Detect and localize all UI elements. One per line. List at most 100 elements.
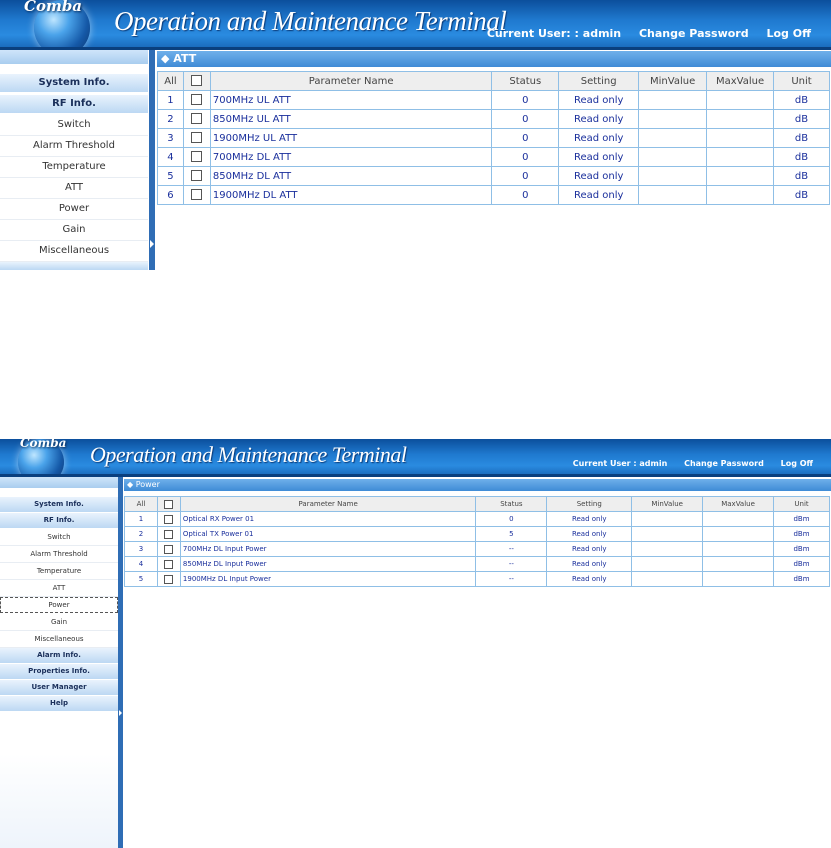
parameter-name: Optical RX Power 01 — [179, 511, 477, 527]
col-setting: Setting — [558, 71, 640, 91]
row-number: 4 — [124, 556, 158, 572]
row-select-cell — [156, 526, 181, 542]
table-row: 4 700MHz DL ATT 0 Read only dB — [157, 147, 830, 167]
table-row: 6 1900MHz DL ATT 0 Read only dB — [157, 185, 830, 205]
log-off-link[interactable]: Log Off — [781, 459, 813, 468]
row-checkbox[interactable] — [191, 132, 203, 144]
row-checkbox[interactable] — [164, 544, 174, 554]
unit-value: dB — [773, 128, 830, 148]
parameter-name: Optical TX Power 01 — [179, 526, 477, 542]
panel-title: ◆ ATT — [157, 51, 831, 67]
sidebar-item-system-info[interactable]: System Info. — [0, 74, 148, 93]
row-checkbox[interactable] — [164, 574, 174, 584]
parameter-name: 1900MHz DL ATT — [209, 185, 493, 205]
sidebar-item-help[interactable]: Help — [0, 696, 118, 712]
max-value — [702, 571, 775, 587]
sidebar-item-alarm-info[interactable]: Alarm Info. — [0, 648, 118, 664]
sidebar-subitem-temperature[interactable]: Temperature — [0, 563, 118, 580]
sidebar-item-rf-info[interactable]: RF Info. — [0, 513, 118, 529]
max-value — [706, 90, 775, 110]
row-number: 4 — [157, 147, 184, 167]
select-all-checkbox[interactable] — [164, 499, 174, 509]
max-value — [706, 166, 775, 186]
sidebar-subitem-switch[interactable]: Switch — [0, 115, 148, 136]
col-parameter-name: Parameter Name — [179, 496, 477, 512]
parameter-name: 850MHz DL Input Power — [179, 556, 477, 572]
sidebar-item-user-manager[interactable]: User Manager — [0, 680, 118, 696]
max-value — [702, 511, 775, 527]
app-title: Operation and Maintenance Terminal — [114, 6, 507, 36]
min-value — [638, 147, 708, 167]
min-value — [631, 571, 704, 587]
sidebar-subitem-power[interactable]: Power — [0, 199, 148, 220]
unit-value: dBm — [773, 526, 830, 542]
setting-value: Read only — [558, 128, 640, 148]
row-checkbox[interactable] — [191, 151, 203, 163]
sidebar-next-category[interactable] — [0, 262, 148, 270]
sidebar-subitem-temperature[interactable]: Temperature — [0, 157, 148, 178]
change-password-link[interactable]: Change Password — [639, 27, 749, 40]
row-checkbox[interactable] — [191, 94, 203, 106]
row-checkbox[interactable] — [164, 514, 174, 524]
sidebar-collapse-bar[interactable] — [118, 477, 123, 848]
row-checkbox[interactable] — [191, 170, 203, 182]
col-all: All — [124, 496, 158, 512]
row-checkbox[interactable] — [164, 529, 174, 539]
screenshot-power: Comba Operation and Maintenance Terminal… — [0, 439, 831, 848]
status-value: -- — [475, 556, 548, 572]
sidebar-item-properties-info[interactable]: Properties Info. — [0, 664, 118, 680]
status-value: 0 — [491, 185, 560, 205]
status-value: 0 — [491, 128, 560, 148]
setting-value: Read only — [558, 90, 640, 110]
change-password-link[interactable]: Change Password — [684, 459, 764, 468]
sidebar-subitem-power[interactable]: Power — [0, 597, 118, 613]
max-value — [706, 185, 775, 205]
sidebar-item-system-info[interactable]: System Info. — [0, 497, 118, 513]
sidebar-subitem-gain[interactable]: Gain — [0, 614, 118, 631]
table-row: 4 850MHz DL Input Power -- Read only dBm — [124, 556, 830, 572]
status-value: 0 — [491, 166, 560, 186]
status-value: -- — [475, 571, 548, 587]
table-header-row: All Parameter Name Status Setting MinVal… — [124, 496, 830, 512]
unit-value: dB — [773, 90, 830, 110]
sidebar-subitem-miscellaneous[interactable]: Miscellaneous — [0, 631, 118, 648]
sidebar-subitem-att[interactable]: ATT — [0, 178, 148, 199]
max-value — [706, 128, 775, 148]
sidebar-subitem-miscellaneous[interactable]: Miscellaneous — [0, 241, 148, 262]
table-row: 5 1900MHz DL Input Power -- Read only dB… — [124, 571, 830, 587]
sidebar-collapse-bar[interactable] — [149, 50, 155, 270]
parameter-name: 700MHz DL Input Power — [179, 541, 477, 557]
max-value — [706, 147, 775, 167]
min-value — [631, 556, 704, 572]
max-value — [702, 526, 775, 542]
row-select-cell — [156, 556, 181, 572]
min-value — [631, 526, 704, 542]
log-off-link[interactable]: Log Off — [766, 27, 811, 40]
setting-value: Read only — [546, 511, 633, 527]
header-nav: Current User: : admin Change Password Lo… — [473, 27, 811, 40]
status-value: 0 — [475, 511, 548, 527]
sidebar-subitem-alarm-threshold[interactable]: Alarm Threshold — [0, 136, 148, 157]
row-number: 6 — [157, 185, 184, 205]
min-value — [638, 90, 708, 110]
sidebar-subitem-att[interactable]: ATT — [0, 580, 118, 597]
row-checkbox[interactable] — [191, 113, 203, 125]
col-status: Status — [491, 71, 560, 91]
sidebar-subitem-alarm-threshold[interactable]: Alarm Threshold — [0, 546, 118, 563]
sidebar-item-rf-info[interactable]: RF Info. — [0, 95, 148, 114]
current-user-label: Current User: : admin — [486, 27, 622, 40]
parameter-name: 1900MHz DL Input Power — [179, 571, 477, 587]
table-row: 5 850MHz DL ATT 0 Read only dB — [157, 166, 830, 186]
setting-value: Read only — [546, 526, 633, 542]
sidebar-subitem-switch[interactable]: Switch — [0, 529, 118, 546]
unit-value: dBm — [773, 511, 830, 527]
row-number: 3 — [124, 541, 158, 557]
select-all-checkbox[interactable] — [191, 75, 203, 87]
sidebar-subitem-gain[interactable]: Gain — [0, 220, 148, 241]
row-checkbox[interactable] — [164, 559, 174, 569]
min-value — [631, 541, 704, 557]
parameter-name: 850MHz UL ATT — [209, 109, 493, 129]
table-row: 3 700MHz DL Input Power -- Read only dBm — [124, 541, 830, 557]
row-select-cell — [182, 109, 211, 129]
row-checkbox[interactable] — [191, 189, 203, 201]
